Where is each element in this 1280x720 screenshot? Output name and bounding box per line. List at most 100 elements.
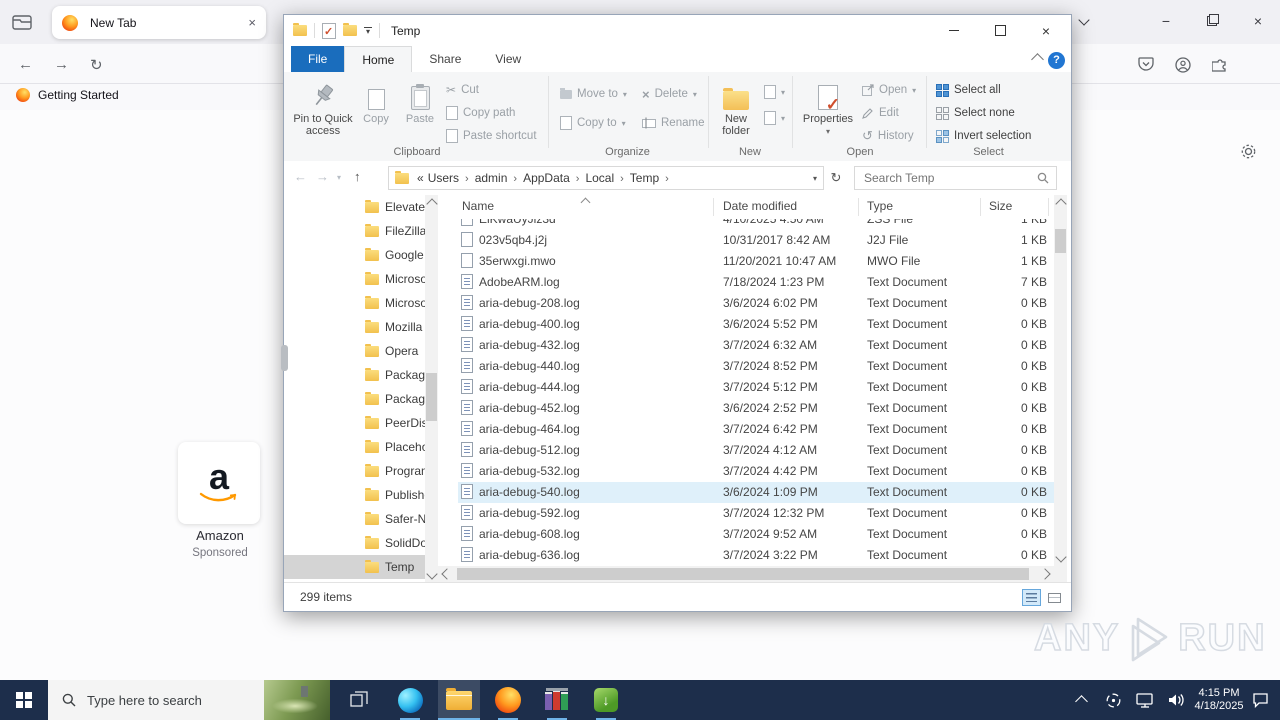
nav-forward-icon[interactable]: →	[316, 169, 329, 184]
ribbon-tab[interactable]: File	[291, 46, 345, 72]
action-center-icon[interactable]	[1246, 680, 1274, 720]
amazon-tile[interactable]: a	[178, 442, 260, 524]
extensions-icon[interactable]	[1211, 57, 1228, 78]
qat-properties-icon[interactable]	[322, 22, 336, 39]
scroll-right-icon[interactable]	[1039, 566, 1054, 582]
taskbar-firefox-button[interactable]	[487, 680, 529, 720]
gear-icon[interactable]	[1240, 143, 1257, 165]
large-icons-view-button[interactable]	[1045, 589, 1064, 606]
tab-list-chevron-icon[interactable]	[1068, 8, 1100, 34]
qat-customize-chevron-icon[interactable]: ▾	[364, 26, 372, 36]
explorer-search-input[interactable]	[862, 170, 1037, 186]
horizontal-scrollbar[interactable]	[438, 566, 1054, 582]
taskbar-clock[interactable]: 4:15 PM 4/18/2025	[1192, 680, 1246, 720]
scroll-down-icon[interactable]	[425, 567, 438, 582]
invert-selection-button[interactable]: Invert selection	[936, 127, 1031, 145]
tree-item[interactable]: FileZilla	[284, 219, 425, 243]
taskbar-explorer-button[interactable]	[438, 680, 480, 720]
library-icon[interactable]	[8, 10, 36, 34]
file-row[interactable]: aria-debug-440.log 3/7/2024 8:52 PM Text…	[458, 356, 1054, 377]
scroll-thumb[interactable]	[1055, 229, 1066, 253]
column-header-name[interactable]: Name	[462, 199, 494, 213]
new-item-button[interactable]: ▾	[764, 83, 785, 101]
scroll-up-icon[interactable]	[425, 195, 438, 210]
column-header-size[interactable]: Size	[989, 199, 1012, 213]
tree-item[interactable]: Publishers	[284, 483, 425, 507]
ribbon-tab[interactable]: Home	[344, 46, 413, 72]
history-button[interactable]: ↺ History	[862, 127, 914, 145]
browser-tab[interactable]: New Tab ×	[52, 6, 266, 39]
nav-up-icon[interactable]: ↑	[354, 169, 361, 184]
tree-scrollbar[interactable]	[425, 195, 438, 582]
help-icon[interactable]: ?	[1048, 52, 1065, 69]
pin-to-quick-access-button[interactable]: Pin to Quick access	[292, 82, 354, 137]
file-row[interactable]: 35erwxgi.mwo 11/20/2021 10:47 AM MWO Fil…	[458, 251, 1054, 272]
scroll-down-icon[interactable]	[1054, 551, 1067, 566]
tab-close-icon[interactable]: ×	[248, 15, 256, 30]
tree-item[interactable]: Opera	[284, 339, 425, 363]
reload-icon[interactable]: ↻	[90, 56, 103, 74]
tree-item[interactable]: Packages	[284, 363, 425, 387]
select-all-button[interactable]: Select all	[936, 81, 1001, 99]
column-header-date[interactable]: Date modified	[723, 199, 797, 213]
breadcrumb-item[interactable]: Temp ›	[630, 171, 675, 185]
tray-network-icon[interactable]	[1132, 680, 1158, 720]
copy-to-button[interactable]: Copy to ▾	[560, 114, 626, 132]
explorer-close-button[interactable]: ×	[1023, 15, 1069, 46]
tree-item[interactable]: SolidDocs	[284, 531, 425, 555]
delete-button[interactable]: × Delete ▾	[642, 85, 697, 103]
firefox-restore-button[interactable]	[1196, 8, 1228, 34]
address-bar[interactable]: « Users › admin › AppData › Local › Temp › ▾	[388, 166, 824, 190]
cut-button[interactable]: ✂ Cut	[446, 81, 479, 99]
breadcrumb-item[interactable]: Local ›	[585, 171, 629, 185]
taskbar-edge-button[interactable]	[389, 680, 431, 720]
tree-scroll-thumb[interactable]	[426, 373, 437, 421]
explorer-search-box[interactable]	[854, 166, 1057, 190]
tree-item[interactable]: Placeholder	[284, 435, 425, 459]
tree-item[interactable]: Mozilla	[284, 315, 425, 339]
taskbar-winrar-button[interactable]	[536, 680, 578, 720]
edit-button[interactable]: Edit	[862, 104, 899, 122]
file-row[interactable]: aria-debug-532.log 3/7/2024 4:42 PM Text…	[458, 461, 1054, 482]
file-row[interactable]: aria-debug-208.log 3/6/2024 6:02 PM Text…	[458, 293, 1054, 314]
tray-update-icon[interactable]	[1100, 680, 1126, 720]
nav-history-chevron-icon[interactable]: ▾	[337, 173, 341, 182]
search-highlight-image[interactable]	[264, 680, 330, 720]
details-view-button[interactable]	[1022, 589, 1041, 606]
move-to-button[interactable]: Move to ▾	[560, 85, 627, 103]
breadcrumb-item[interactable]: admin ›	[475, 171, 523, 185]
rename-button[interactable]: Rename	[642, 114, 704, 132]
firefox-minimize-button[interactable]: −	[1150, 8, 1182, 34]
tree-item[interactable]: Microsoft	[284, 291, 425, 315]
file-row[interactable]: aria-debug-400.log 3/6/2024 5:52 PM Text…	[458, 314, 1054, 335]
copy-button[interactable]: Copy	[354, 82, 398, 125]
file-row[interactable]: aria-debug-592.log 3/7/2024 12:32 PM Tex…	[458, 503, 1054, 524]
tree-item[interactable]: Safer-Net	[284, 507, 425, 531]
tree-item[interactable]: Microsoft	[284, 267, 425, 291]
scroll-left-icon[interactable]	[438, 566, 453, 582]
refresh-icon[interactable]: ↻	[826, 166, 846, 190]
nav-back-icon[interactable]: ←	[294, 169, 307, 184]
tree-item[interactable]: Temp	[284, 555, 425, 579]
file-row[interactable]: aria-debug-540.log 3/6/2024 1:09 PM Text…	[458, 482, 1054, 503]
tray-volume-icon[interactable]	[1162, 680, 1190, 720]
forward-icon[interactable]: →	[54, 56, 69, 73]
file-row[interactable]: aria-debug-464.log 3/7/2024 6:42 PM Text…	[458, 419, 1054, 440]
start-button[interactable]	[0, 680, 48, 720]
explorer-minimize-button[interactable]	[931, 15, 977, 46]
tree-item[interactable]: PeerDist	[284, 411, 425, 435]
file-list-scrollbar[interactable]	[1054, 195, 1067, 566]
back-icon[interactable]: ←	[18, 56, 33, 73]
column-header-type[interactable]: Type	[867, 199, 893, 213]
address-chevron-icon[interactable]: ▾	[813, 174, 817, 183]
explorer-maximize-button[interactable]	[977, 15, 1023, 46]
file-row[interactable]: aria-debug-444.log 3/7/2024 5:12 PM Text…	[458, 377, 1054, 398]
qat-new-folder-icon[interactable]	[343, 23, 357, 36]
pocket-icon[interactable]	[1138, 57, 1154, 77]
taskbar-search[interactable]	[48, 680, 330, 720]
firefox-close-button[interactable]: ×	[1242, 8, 1274, 34]
file-row[interactable]: aria-debug-452.log 3/6/2024 2:52 PM Text…	[458, 398, 1054, 419]
select-none-button[interactable]: Select none	[936, 104, 1015, 122]
paste-button[interactable]: Paste	[398, 82, 442, 125]
properties-button[interactable]: Properties ▾	[800, 82, 856, 138]
